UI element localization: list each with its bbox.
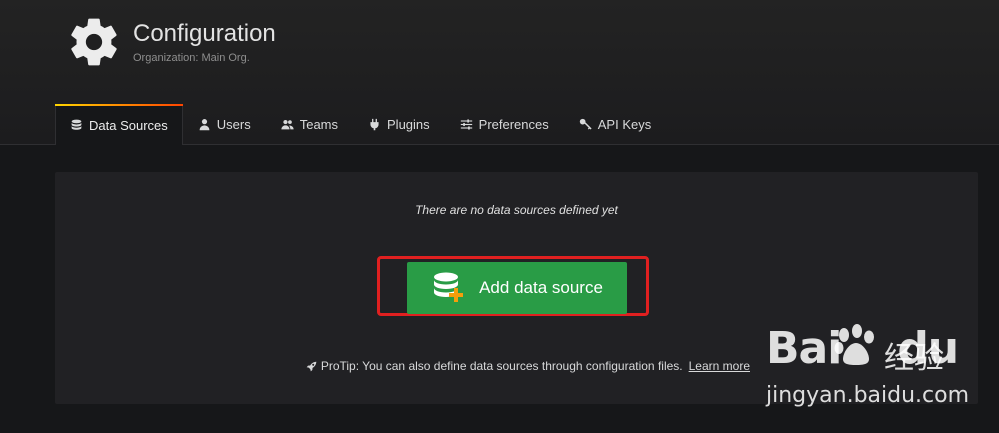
tab-label: Teams: [299, 116, 339, 132]
page-subtitle: Organization: Main Org.: [133, 52, 250, 64]
empty-state-message: There are no data sources defined yet: [415, 203, 618, 217]
database-icon: [71, 119, 82, 130]
sliders-icon: [460, 118, 472, 130]
users-icon: [281, 119, 294, 129]
rocket-icon: [306, 361, 317, 371]
add-data-source-button[interactable]: Add data source: [407, 262, 627, 314]
key-icon: [579, 118, 592, 130]
tab-label: API Keys: [597, 116, 652, 132]
database-add-icon: [434, 272, 464, 302]
tab-label: Data Sources: [89, 117, 168, 133]
baidu-watermark: Bai du 经验 jingyan.baidu.com: [766, 323, 991, 423]
add-data-source-label: Add data source: [479, 278, 603, 297]
user-icon: [199, 118, 210, 130]
page-title: Configuration: [133, 20, 276, 47]
tab-data-sources[interactable]: Data Sources: [55, 104, 183, 145]
watermark-cn-text: 经验: [884, 341, 944, 376]
page-header: Configuration Organization: Main Org. Da…: [0, 0, 999, 145]
tab-api-keys[interactable]: API Keys: [564, 104, 666, 144]
tab-plugins[interactable]: Plugins: [353, 104, 445, 144]
gear-icon: [71, 18, 117, 66]
tab-teams[interactable]: Teams: [266, 104, 353, 144]
watermark-url: jingyan.baidu.com: [766, 383, 970, 408]
learn-more-link[interactable]: Learn more: [689, 359, 750, 373]
config-tabs: Data Sources Users Teams Plugins Prefere…: [55, 104, 666, 145]
tab-preferences[interactable]: Preferences: [445, 104, 564, 144]
paw-icon: [834, 324, 874, 365]
tab-label: Plugins: [387, 116, 430, 132]
plug-icon: [370, 118, 379, 130]
protip: ProTip: You can also define data sources…: [306, 359, 750, 373]
tab-label: Users: [216, 116, 251, 132]
protip-text: ProTip: You can also define data sources…: [320, 359, 683, 373]
tab-label: Preferences: [478, 116, 549, 132]
tab-users[interactable]: Users: [183, 104, 266, 144]
